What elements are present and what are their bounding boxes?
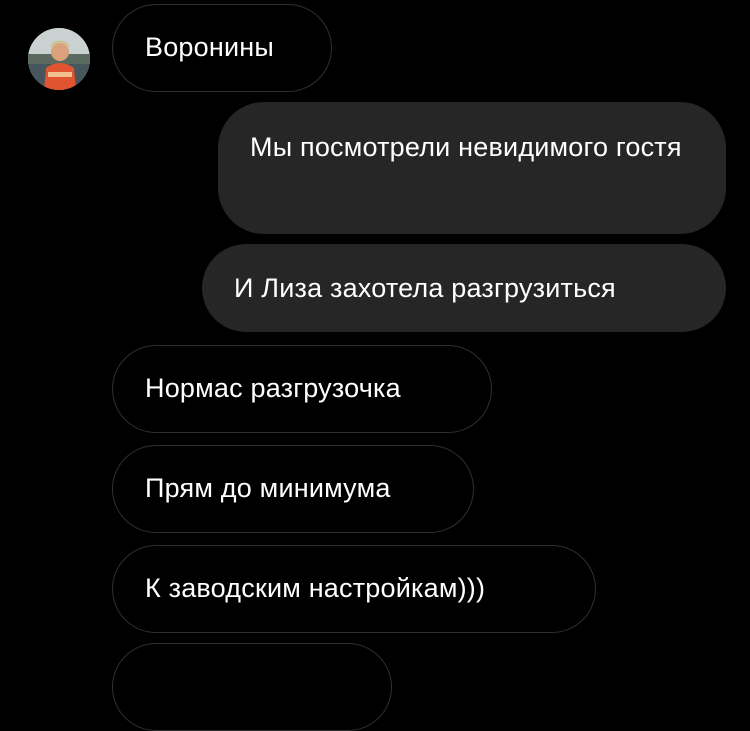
contact-avatar[interactable]	[28, 28, 90, 90]
message-text: И Лиза захотела разгрузиться	[234, 273, 616, 303]
message-text: Прям до минимума	[145, 473, 391, 503]
message-bubble-outgoing[interactable]: И Лиза захотела разгрузиться	[202, 244, 726, 332]
message-text: Воронины	[145, 32, 274, 62]
message-bubble-incoming[interactable]: Нормас разгрузочка	[112, 345, 492, 433]
message-bubble-incoming[interactable]: Прям до минимума	[112, 445, 474, 533]
avatar-photo-icon	[28, 28, 90, 90]
message-bubble-outgoing[interactable]: Мы посмотрели невидимого гостя	[218, 102, 726, 234]
message-text: К заводским настройкам)))	[145, 573, 486, 603]
message-bubble-incoming[interactable]: К заводским настройкам)))	[112, 545, 596, 633]
message-text: Нормас разгрузочка	[145, 373, 401, 403]
message-text: Мы посмотрели невидимого гостя	[250, 132, 682, 162]
message-bubble-incoming[interactable]: Воронины	[112, 4, 332, 92]
message-bubble-incoming-partial[interactable]	[112, 643, 392, 731]
chat-thread: Воронины Мы посмотрели невидимого гостя …	[0, 0, 750, 731]
